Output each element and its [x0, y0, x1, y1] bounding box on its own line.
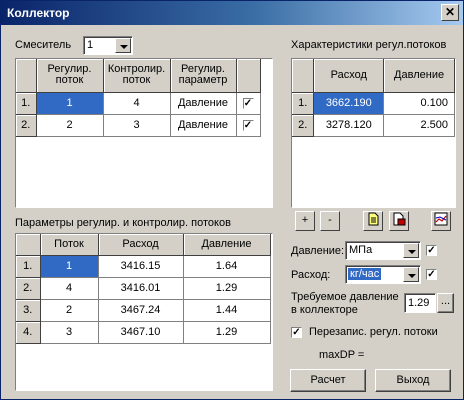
required-pressure-value: 1.29	[408, 297, 430, 309]
cell-pressure[interactable]: 1.44	[183, 299, 271, 322]
document-icon	[368, 212, 379, 226]
col-header-reg[interactable]: Регулир. поток	[36, 59, 104, 93]
flow-unit-checkbox[interactable]: ✓	[426, 269, 437, 280]
flow-unit-value: кг/час	[348, 268, 382, 280]
row-checkbox[interactable]: ✓	[242, 120, 254, 131]
maxdp-label: maxDP =	[319, 349, 365, 361]
cell-reg[interactable]: 1	[36, 92, 104, 115]
row-checkbox[interactable]: ✓	[242, 98, 254, 109]
overwrite-label[interactable]: Перезапис. регул. потоки	[309, 326, 438, 338]
characteristics-grid[interactable]: Расход Давление 1. 3662.190 0.100 2. 327…	[291, 58, 456, 208]
cell-ctl[interactable]: 4	[103, 92, 171, 115]
row-number: 1.	[16, 255, 41, 278]
required-pressure-label-line2: в коллекторе	[291, 304, 358, 316]
cell-param[interactable]: Давление	[170, 92, 237, 115]
cell-pressure[interactable]: 1.64	[183, 255, 271, 278]
cell-pressure[interactable]: 0.100	[383, 92, 455, 115]
cell-flow[interactable]: 3467.10	[98, 321, 184, 344]
pressure-unit-value: МПа	[349, 244, 373, 256]
cell-flow[interactable]: 3416.01	[98, 277, 184, 300]
row-number: 1.	[292, 92, 315, 115]
col-header-flow[interactable]: Расход	[313, 59, 385, 93]
pressure-unit-select[interactable]: МПа	[345, 241, 421, 260]
cell-flow[interactable]: 3278.120	[313, 114, 385, 137]
table-row[interactable]: 2. 3278.120 2.500	[292, 114, 455, 137]
col-header-pressure[interactable]: Давление	[183, 234, 271, 256]
table-row[interactable]: 1. 1 4 Давление ✓	[16, 92, 261, 115]
save-document-icon	[393, 212, 406, 226]
cell-pressure[interactable]: 1.29	[183, 321, 271, 344]
exit-button[interactable]: Выход	[375, 369, 451, 392]
row-number: 1.	[16, 92, 37, 115]
cell-stream[interactable]: 3	[40, 321, 99, 344]
flow-unit-select[interactable]: кг/час	[345, 265, 421, 284]
overwrite-checkbox[interactable]: ✓	[291, 327, 302, 338]
row-number: 2.	[16, 114, 37, 137]
char-label: Характеристики регул.потоков	[291, 39, 447, 51]
pressure-unit-label: Давление:	[291, 245, 345, 257]
remove-row-button[interactable]: -	[320, 211, 340, 231]
mixer-label: Смеситель	[15, 39, 72, 51]
table-row[interactable]: 4. 3 3467.10 1.29	[16, 321, 271, 344]
add-row-button[interactable]: +	[295, 211, 315, 231]
table-row[interactable]: 2. 4 3416.01 1.29	[16, 277, 271, 300]
cell-flow[interactable]: 3662.190	[313, 92, 385, 115]
chevron-down-icon[interactable]	[403, 267, 419, 282]
cell-flow[interactable]: 3467.24	[98, 299, 184, 322]
pressure-unit-checkbox[interactable]: ✓	[426, 245, 437, 256]
params-label: Параметры регулир. и контролир. потоков	[15, 217, 231, 229]
table-row[interactable]: 1. 3662.190 0.100	[292, 92, 455, 115]
cell-stream[interactable]: 1	[40, 255, 99, 278]
table-row[interactable]: 2. 2 3 Давление ✓	[16, 114, 261, 137]
chevron-down-icon[interactable]	[115, 38, 131, 53]
collector-window: Коллектор ✕ Смеситель 1 Регулир. поток К…	[0, 0, 464, 400]
row-number: 3.	[16, 299, 41, 322]
mixer-select[interactable]: 1	[83, 36, 133, 55]
save-file-button[interactable]	[389, 211, 409, 231]
chevron-down-icon[interactable]	[403, 243, 419, 258]
col-header-ctl[interactable]: Контролир. поток	[103, 59, 171, 93]
regulation-grid[interactable]: Регулир. поток Контролир. поток Регулир.…	[15, 58, 273, 208]
mixer-value: 1	[87, 39, 94, 51]
window-title: Коллектор	[7, 6, 70, 20]
open-file-button[interactable]	[363, 211, 383, 231]
col-header-flow[interactable]: Расход	[98, 234, 184, 256]
cell-flow[interactable]: 3416.15	[98, 255, 184, 278]
calculate-button[interactable]: Расчет	[290, 369, 366, 392]
cell-reg[interactable]: 2	[36, 114, 104, 137]
cell-stream[interactable]: 4	[40, 277, 99, 300]
row-number: 2.	[292, 114, 315, 137]
chart-button[interactable]	[431, 211, 451, 231]
required-pressure-input[interactable]: 1.29	[404, 293, 436, 313]
chart-icon	[434, 212, 448, 226]
flow-unit-label: Расход:	[291, 269, 331, 281]
browse-button[interactable]: ...	[437, 293, 454, 313]
row-number: 2.	[16, 277, 41, 300]
required-pressure-label-line1: Требуемое давление	[291, 291, 399, 303]
cell-stream[interactable]: 2	[40, 299, 99, 322]
table-row[interactable]: 1. 1 3416.15 1.64	[16, 255, 271, 278]
table-row[interactable]: 3. 2 3467.24 1.44	[16, 299, 271, 322]
close-button[interactable]: ✕	[441, 4, 459, 21]
cell-pressure[interactable]: 1.29	[183, 277, 271, 300]
title-bar: Коллектор ✕	[1, 1, 463, 25]
cell-ctl[interactable]: 3	[103, 114, 171, 137]
col-header-param[interactable]: Регулир. параметр	[170, 59, 237, 93]
cell-param[interactable]: Давление	[170, 114, 237, 137]
cell-pressure[interactable]: 2.500	[383, 114, 455, 137]
row-number: 4.	[16, 321, 41, 344]
params-grid[interactable]: Поток Расход Давление 1. 1 3416.15 1.64 …	[15, 233, 273, 391]
col-header-pressure[interactable]: Давление	[383, 59, 455, 93]
col-header-stream[interactable]: Поток	[40, 234, 99, 256]
